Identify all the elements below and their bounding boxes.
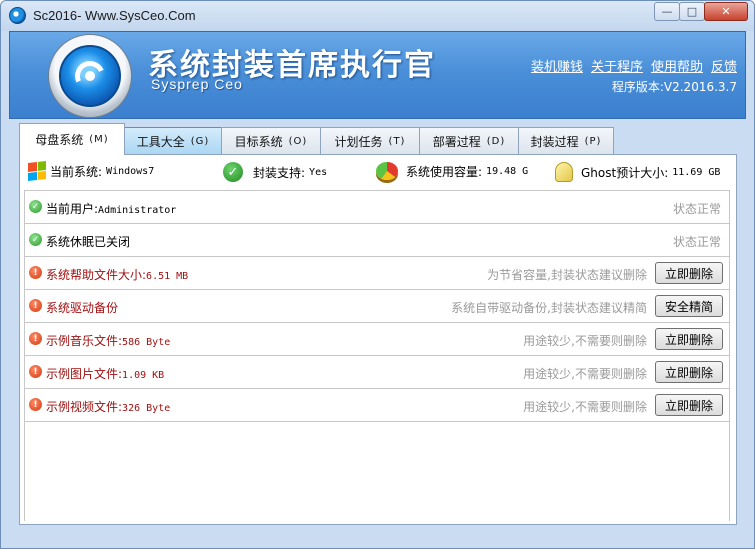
list-item: ! 示例图片文件:1.09 KB 用途较少,不需要则删除 立即删除 xyxy=(25,356,729,389)
ghost-icon xyxy=(555,162,573,182)
tab-target-system[interactable]: 目标系统 (O) xyxy=(221,127,321,155)
warning-icon: ! xyxy=(29,332,42,345)
hint-text: 用途较少,不需要则删除 xyxy=(523,400,647,414)
hint-text: 用途较少,不需要则删除 xyxy=(523,367,647,381)
tab-tools[interactable]: 工具大全 (G) xyxy=(124,127,222,155)
warning-icon: ! xyxy=(29,266,42,279)
current-system-info: 当前系统: Windows7 xyxy=(28,161,154,181)
brand-subtitle: Sysprep Ceo xyxy=(151,76,243,92)
warning-icon: ! xyxy=(29,365,42,378)
system-info-bar: 当前系统: Windows7 ✓ 封装支持: Yes 系统使用容量: 19.48… xyxy=(20,155,736,187)
hint-text: 系统自带驱动备份,封装状态建议精简 xyxy=(451,301,647,315)
link-help[interactable]: 使用帮助 xyxy=(651,56,703,75)
minimize-button[interactable]: — xyxy=(654,2,680,21)
tab-master-system[interactable]: 母盘系统 (M) xyxy=(19,123,125,155)
delete-sample-videos-button[interactable]: 立即删除 xyxy=(655,394,723,416)
logo-icon xyxy=(48,34,132,118)
ok-icon: ✓ xyxy=(29,233,42,246)
used-capacity-info: 系统使用容量: 19.48 G xyxy=(376,162,528,180)
hint-text: 为节省容量,封装状态建议删除 xyxy=(487,268,647,282)
list-item: ! 系统帮助文件大小:6.51 MB 为节省容量,封装状态建议删除 立即删除 xyxy=(25,257,729,290)
tab-bar: 母盘系统 (M) 工具大全 (G) 目标系统 (O) 计划任务 (T) 部署过程 (D) … xyxy=(19,123,614,155)
title-bar[interactable]: Sc2016- Www.SysCeo.Com — □ ✕ xyxy=(1,1,754,31)
tab-deploy-process[interactable]: 部署过程 (D) xyxy=(419,127,519,155)
app-header: 系统封装首席执行官 Sysprep Ceo 装机赚钱 关于程序 使用帮助 反馈 … xyxy=(9,31,746,119)
close-button[interactable]: ✕ xyxy=(704,2,748,21)
link-feedback[interactable]: 反馈 xyxy=(711,56,737,75)
slim-driver-backup-button[interactable]: 安全精简 xyxy=(655,295,723,317)
delete-sample-music-button[interactable]: 立即删除 xyxy=(655,328,723,350)
link-make-money[interactable]: 装机赚钱 xyxy=(531,56,583,75)
tab-panel: 当前系统: Windows7 ✓ 封装支持: Yes 系统使用容量: 19.48… xyxy=(19,154,737,525)
header-links: 装机赚钱 关于程序 使用帮助 反馈 xyxy=(531,56,737,75)
ghost-size-info: Ghost预计大小: 11.69 GB xyxy=(555,162,720,182)
windows-logo-icon xyxy=(28,161,46,181)
app-icon xyxy=(9,7,26,24)
status-text: 状态正常 xyxy=(672,235,721,249)
list-item: ✓ 当前用户:Administrator 状态正常 xyxy=(25,191,729,224)
list-item: ! 系统驱动备份 系统自带驱动备份,封装状态建议精简 安全精简 xyxy=(25,290,729,323)
check-icon: ✓ xyxy=(223,162,243,182)
tab-sysprep-process[interactable]: 封装过程 (P) xyxy=(518,127,614,155)
list-item: ! 示例视频文件:326 Byte 用途较少,不需要则删除 立即删除 xyxy=(25,389,729,422)
pie-chart-icon xyxy=(376,162,398,180)
check-list: ✓ 当前用户:Administrator 状态正常 ✓ 系统休眠已关闭 状态正常… xyxy=(24,190,730,521)
warning-icon: ! xyxy=(29,299,42,312)
version-label: 程序版本:V2.2016.3.7 xyxy=(611,80,737,94)
window-controls: — □ ✕ xyxy=(654,2,748,21)
maximize-button[interactable]: □ xyxy=(679,2,705,21)
list-item: ✓ 系统休眠已关闭 状态正常 xyxy=(25,224,729,257)
warning-icon: ! xyxy=(29,398,42,411)
window-title: Sc2016- Www.SysCeo.Com xyxy=(33,8,196,23)
link-about[interactable]: 关于程序 xyxy=(591,56,643,75)
sysprep-support-info: ✓ 封装支持: Yes xyxy=(223,162,327,182)
hint-text: 用途较少,不需要则删除 xyxy=(523,334,647,348)
list-item: ! 示例音乐文件:586 Byte 用途较少,不需要则删除 立即删除 xyxy=(25,323,729,356)
delete-help-files-button[interactable]: 立即删除 xyxy=(655,262,723,284)
delete-sample-pictures-button[interactable]: 立即删除 xyxy=(655,361,723,383)
ok-icon: ✓ xyxy=(29,200,42,213)
app-window: Sc2016- Www.SysCeo.Com — □ ✕ 系统封装首席执行官 S… xyxy=(0,0,755,549)
tab-scheduled-tasks[interactable]: 计划任务 (T) xyxy=(320,127,420,155)
status-text: 状态正常 xyxy=(672,202,721,216)
